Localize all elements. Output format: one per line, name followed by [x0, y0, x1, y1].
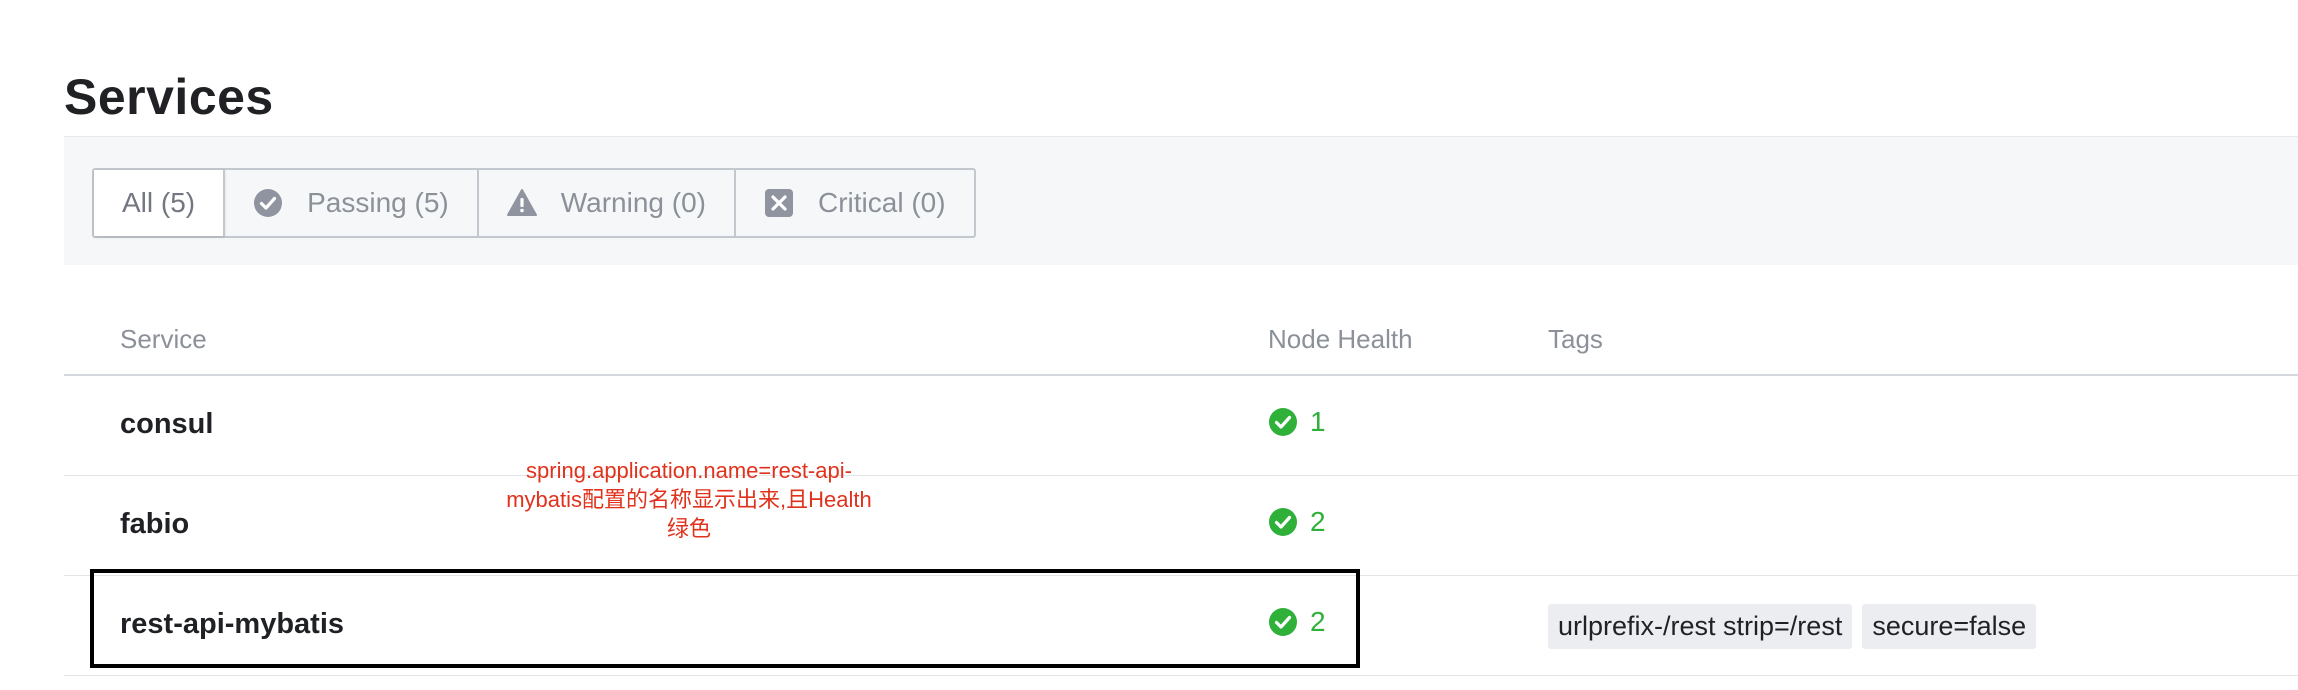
- annotation-note: spring.application.name=rest-api- mybati…: [474, 456, 904, 543]
- tag-list: urlprefix-/rest strip=/rest secure=false: [1548, 604, 2046, 649]
- column-header-service: Service: [120, 324, 207, 354]
- service-name[interactable]: rest-api-mybatis: [120, 608, 344, 641]
- node-health-count: 2: [1310, 606, 1326, 637]
- node-health-count: 2: [1310, 506, 1326, 537]
- table-row[interactable]: fabio 2: [64, 476, 2298, 576]
- filter-warning-button[interactable]: Warning (0): [479, 170, 736, 236]
- column-header-node-health: Node Health: [1268, 324, 1413, 354]
- services-page: Services All (5) Passing (5) Warning (0)…: [0, 0, 2298, 690]
- filter-critical-label: Critical (0): [817, 187, 946, 218]
- check-circle-icon: [253, 188, 283, 218]
- passing-check-icon: [1268, 407, 1298, 437]
- node-health: 2: [1268, 606, 1326, 638]
- filter-critical-button[interactable]: Critical (0): [736, 170, 974, 236]
- tag-badge: urlprefix-/rest strip=/rest: [1548, 604, 1853, 649]
- annotation-line: spring.application.name=rest-api-: [526, 458, 852, 483]
- service-name[interactable]: consul: [120, 408, 213, 441]
- passing-check-icon: [1268, 507, 1298, 537]
- row-divider: [64, 675, 2298, 676]
- service-name[interactable]: fabio: [120, 508, 189, 541]
- filter-bar: All (5) Passing (5) Warning (0) Critical…: [64, 136, 2298, 265]
- table-row[interactable]: rest-api-mybatis 2 urlprefix-/rest strip…: [64, 576, 2298, 676]
- annotation-line: mybatis配置的名称显示出来,且Health: [506, 487, 872, 512]
- health-filter-group: All (5) Passing (5) Warning (0) Critical…: [92, 168, 976, 238]
- table-row[interactable]: consul 1: [64, 376, 2298, 476]
- annotation-line: 绿色: [666, 516, 711, 541]
- node-health: 1: [1268, 406, 1326, 438]
- column-header-tags: Tags: [1548, 324, 1603, 354]
- filter-all-label: All (5): [122, 187, 196, 218]
- filter-all-button[interactable]: All (5): [94, 170, 226, 236]
- node-health-count: 1: [1310, 406, 1326, 437]
- node-health: 2: [1268, 506, 1326, 538]
- filter-warning-label: Warning (0): [560, 187, 706, 218]
- passing-check-icon: [1268, 607, 1298, 637]
- critical-x-icon: [764, 188, 794, 218]
- filter-passing-button[interactable]: Passing (5): [225, 170, 479, 236]
- filter-passing-label: Passing (5): [307, 187, 449, 218]
- page-title: Services: [64, 69, 274, 125]
- tag-badge: secure=false: [1862, 604, 2037, 649]
- warning-triangle-icon: [506, 188, 537, 218]
